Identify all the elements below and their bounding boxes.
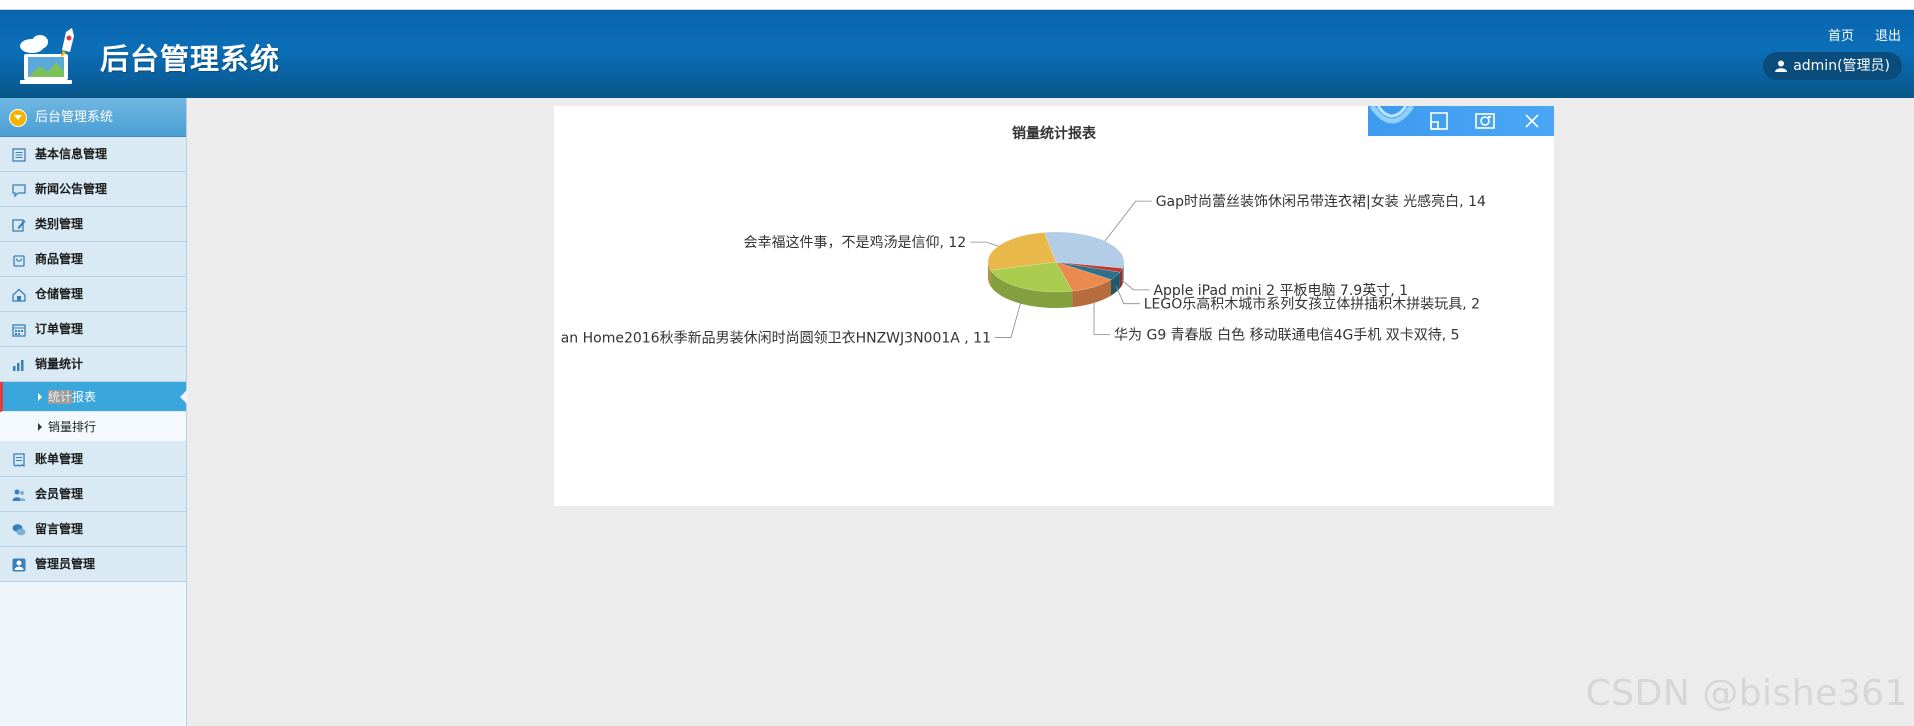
pie-chart-svg: Gap时尚蕾丝装饰休闲吊带连衣裙|女装 光感亮白, 14Apple iPad m… <box>561 193 1486 347</box>
pie-slice-label: LEGO乐高积木城市系列女孩立体拼插积木拼装玩具, 2 <box>1144 296 1480 313</box>
sidebar-item-warehouse[interactable]: 仓储管理 <box>0 277 186 312</box>
bar-chart-icon <box>13 360 24 371</box>
user-icon <box>1775 60 1788 72</box>
sidebar-subitem-stats-report[interactable]: 统计报表 <box>0 382 187 412</box>
app-title: 后台管理系统 <box>100 42 281 76</box>
sidebar-item-label: 基本信息管理 <box>35 147 108 161</box>
sidebar-item-orders[interactable]: 订单管理 <box>0 312 186 347</box>
users-icon <box>12 489 26 501</box>
sidebar-subitem-label: 销量排行 <box>48 420 97 434</box>
user-badge[interactable]: admin(管理员) <box>1763 52 1902 80</box>
sidebar-item-label: 商品管理 <box>35 252 84 266</box>
close-icon[interactable] <box>1521 111 1543 131</box>
save-image-icon[interactable] <box>1474 111 1496 131</box>
sidebar-item-label: 仓储管理 <box>35 287 84 301</box>
chart-toolbar <box>1368 106 1554 136</box>
sidebar-item-label: 新闻公告管理 <box>35 182 108 196</box>
pie-leader-line <box>970 241 999 247</box>
sidebar-header[interactable]: 后台管理系统 <box>0 98 186 137</box>
sidebar-subitem-sales-ranking[interactable]: 销量排行 <box>0 412 186 442</box>
sidebar-item-label: 类别管理 <box>35 217 84 231</box>
sidebar: 后台管理系统 基本信息管理 新闻公告管理 类别管理 商品管理 仓储管理 订单管理… <box>0 98 187 726</box>
chevron-down-circle-icon <box>9 109 27 127</box>
browser-top-strip <box>0 0 1914 10</box>
sidebar-item-members[interactable]: 会员管理 <box>0 477 186 512</box>
pie-slice-label: 会幸福这件事，不是鸡汤是信仰, 12 <box>744 234 967 251</box>
sidebar-subitem-label: 报表 <box>72 390 97 404</box>
data-view-icon[interactable] <box>1428 111 1450 131</box>
chat-icon <box>12 184 26 197</box>
sidebar-item-label: 管理员管理 <box>35 557 96 571</box>
admin-icon <box>12 558 26 572</box>
pie-slice-label: an Home2016秋季新品男装休闲时尚圆领卫衣HNZWJ3N001A , 1… <box>561 331 991 347</box>
list-icon <box>12 148 26 162</box>
sidebar-item-label: 留言管理 <box>35 522 84 536</box>
sidebar-subitem-label-highlight: 统计 <box>48 390 73 404</box>
edit-icon <box>12 219 26 232</box>
calendar-icon <box>12 324 26 337</box>
sidebar-item-label: 销量统计 <box>35 357 84 371</box>
sidebar-item-label: 账单管理 <box>35 452 84 466</box>
warehouse-icon <box>12 288 26 302</box>
sidebar-item-basic-info[interactable]: 基本信息管理 <box>0 137 186 172</box>
app-header: 后台管理系统 首页 退出 admin(管理员) <box>0 10 1914 98</box>
home-link[interactable]: 首页 <box>1828 25 1854 44</box>
pie-leader-line <box>995 297 1023 338</box>
sidebar-item-category[interactable]: 类别管理 <box>0 207 186 242</box>
sidebar-item-label: 会员管理 <box>35 487 84 501</box>
sidebar-item-bills[interactable]: 账单管理 <box>0 442 186 477</box>
sidebar-item-sales-stats[interactable]: 销量统计 <box>0 347 186 382</box>
rocket-logo-icon <box>20 28 74 84</box>
bill-icon <box>13 453 25 467</box>
comments-icon <box>12 524 26 536</box>
pie-slice-label: 华为 G9 青春版 白色 移动联通电信4G手机 双卡双待, 5 <box>1114 326 1460 343</box>
sidebar-item-label: 订单管理 <box>35 322 84 336</box>
bag-icon <box>13 255 25 267</box>
tool-decoration-icon <box>1369 106 1414 124</box>
sidebar-item-goods[interactable]: 商品管理 <box>0 242 186 277</box>
pie-leader-line <box>1121 279 1150 291</box>
logout-link[interactable]: 退出 <box>1875 25 1901 44</box>
user-name: admin(管理员) <box>1793 58 1890 74</box>
pie-slice-label: Gap时尚蕾丝装饰休闲吊带连衣裙|女装 光感亮白, 14 <box>1156 193 1486 210</box>
sidebar-item-admins[interactable]: 管理员管理 <box>0 547 186 582</box>
sidebar-item-news[interactable]: 新闻公告管理 <box>0 172 186 207</box>
sidebar-item-messages[interactable]: 留言管理 <box>0 512 186 547</box>
sales-report-chart: 销量统计报表 Gap时尚蕾丝装饰休闲吊带连衣裙|女装 光感亮白, 14 Apple… <box>554 106 1554 506</box>
csdn-watermark: CSDN @bishe361 <box>1585 673 1908 714</box>
sidebar-header-label: 后台管理系统 <box>35 110 114 125</box>
pie-leader-line <box>1093 296 1111 335</box>
pie-leader-line <box>1104 200 1152 242</box>
